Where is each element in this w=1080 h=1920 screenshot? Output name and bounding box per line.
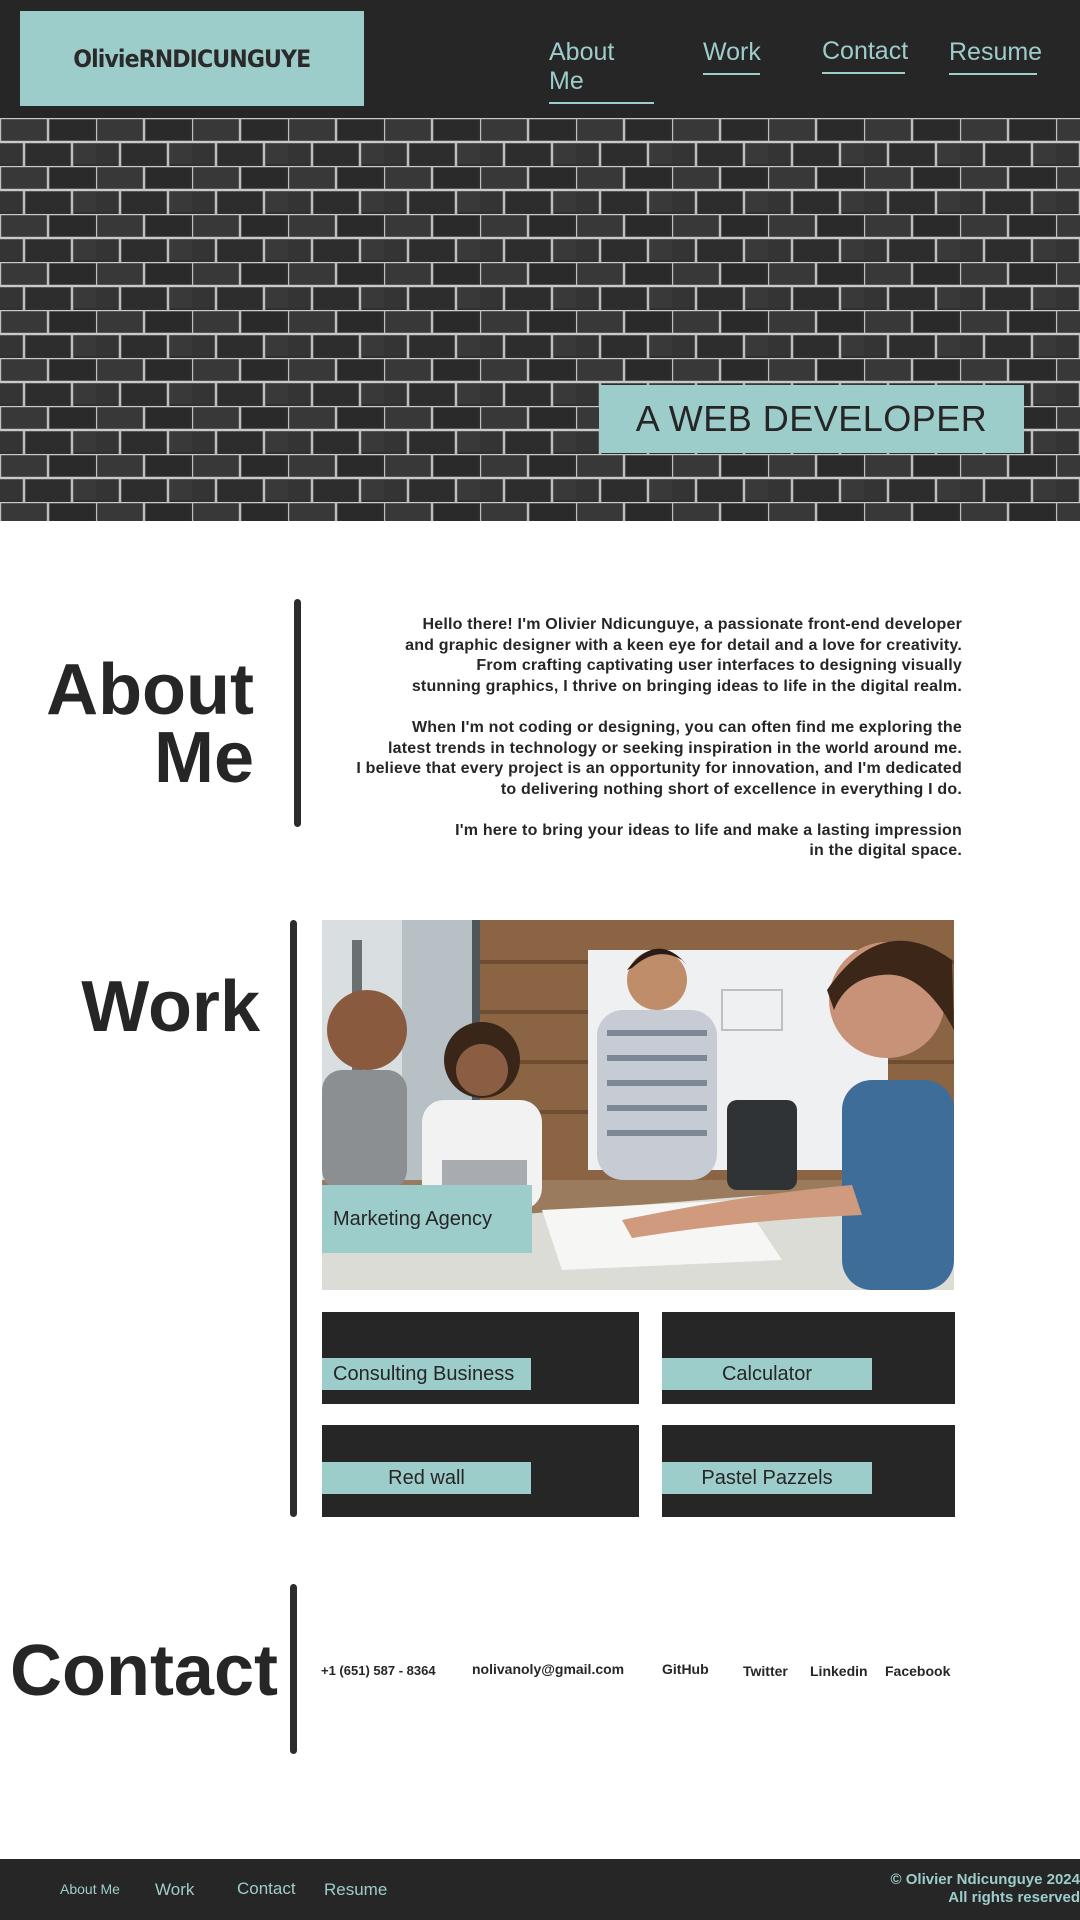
about-paragraph: I'm here to bring your ideas to life and… — [455, 821, 962, 860]
copyright-notice: © Olivier Ndicunguye 2024 All rights res… — [891, 1871, 1080, 1907]
project-label-pastel-pazzels: Pastel Pazzels — [662, 1462, 872, 1494]
project-label-red-wall: Red wall — [322, 1462, 531, 1494]
about-title: About Me — [40, 650, 254, 799]
contact-title: Contact — [10, 1631, 278, 1711]
project-card-pastel-pazzels[interactable]: Pastel Pazzels — [662, 1425, 955, 1517]
contact-github-link[interactable]: GitHub — [662, 1661, 709, 1677]
footer-nav-contact[interactable]: Contact — [237, 1879, 296, 1899]
logo-text: OlivieRNDICUNGUYE — [73, 44, 312, 73]
about-bio: Hello there! I'm Olivier Ndicunguye, a p… — [320, 615, 962, 882]
site-header: OlivieRNDICUNGUYE About Me Work Contact … — [0, 0, 1080, 118]
project-label-consulting-business: Consulting Business — [322, 1358, 531, 1390]
contact-linkedin-link[interactable]: Linkedin — [810, 1663, 868, 1679]
nav-resume[interactable]: Resume — [949, 38, 1042, 75]
contact-phone[interactable]: +1 (651) 587 - 8364 — [321, 1663, 436, 1678]
work-title: Work — [81, 967, 260, 1047]
work-divider — [290, 920, 297, 1517]
copyright-line: All rights reserved — [948, 1889, 1080, 1906]
brick-wall-background — [0, 118, 1080, 521]
project-label-marketing-agency: Marketing Agency — [322, 1185, 532, 1253]
logo[interactable]: OlivieRNDICUNGUYE — [20, 11, 364, 106]
footer-nav-work[interactable]: Work — [155, 1880, 194, 1900]
about-title-line2: Me — [153, 718, 254, 799]
project-label-calculator: Calculator — [662, 1358, 872, 1390]
hero-banner: A WEB DEVELOPER — [0, 118, 1080, 521]
contact-facebook-link[interactable]: Facebook — [885, 1663, 950, 1679]
contact-divider — [290, 1584, 297, 1754]
about-paragraph: When I'm not coding or designing, you ca… — [356, 718, 962, 798]
project-card-consulting-business[interactable]: Consulting Business — [322, 1312, 639, 1404]
nav-about-me[interactable]: About Me — [549, 38, 654, 104]
nav-work[interactable]: Work — [703, 38, 761, 75]
contact-email[interactable]: nolivanoly@gmail.com — [472, 1661, 624, 1677]
about-paragraph: Hello there! I'm Olivier Ndicunguye, a p… — [405, 616, 962, 696]
nav-contact[interactable]: Contact — [822, 37, 908, 74]
contact-twitter-link[interactable]: Twitter — [743, 1663, 788, 1679]
footer-nav-about-me[interactable]: About Me — [60, 1881, 120, 1897]
about-divider — [294, 599, 301, 827]
project-card-calculator[interactable]: Calculator — [662, 1312, 955, 1404]
project-marketing-agency[interactable]: Marketing Agency — [322, 920, 954, 1290]
site-footer: About Me Work Contact Resume © Olivier N… — [0, 1859, 1080, 1920]
about-title-line1: About — [46, 650, 254, 730]
footer-nav-resume[interactable]: Resume — [324, 1880, 387, 1900]
project-card-red-wall[interactable]: Red wall — [322, 1425, 639, 1517]
hero-badge: A WEB DEVELOPER — [599, 385, 1024, 453]
copyright-line: © Olivier Ndicunguye 2024 — [890, 1871, 1080, 1888]
